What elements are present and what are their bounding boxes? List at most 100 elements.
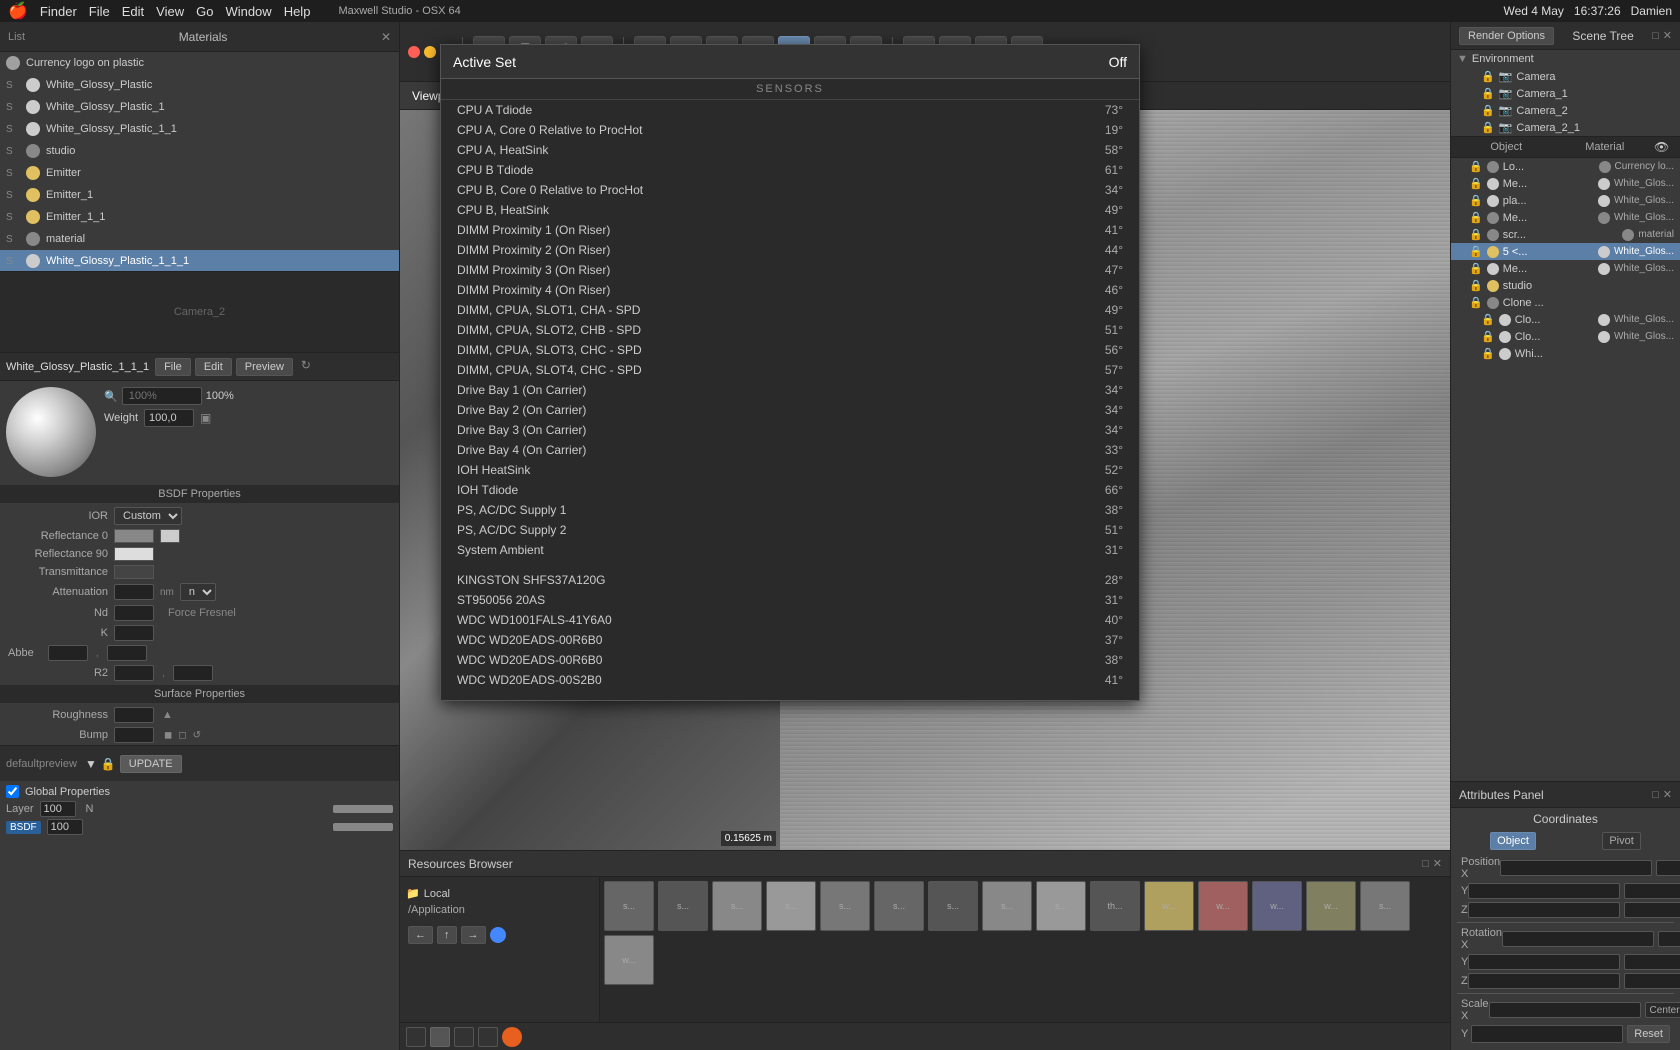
- dropdown-item[interactable]: CPU B Tdiode 61°: [441, 160, 1139, 180]
- tree-item-camera21[interactable]: 🔒 📷 Camera_2_1: [1451, 119, 1680, 136]
- tree-item-scr[interactable]: 🔒 scr... material: [1451, 226, 1680, 243]
- thumb-item[interactable]: s...: [1036, 881, 1086, 931]
- thumb-item[interactable]: s...: [820, 881, 870, 931]
- tree-item-pla[interactable]: 🔒 pla... White_Glos...: [1451, 192, 1680, 209]
- resources-expand-icon[interactable]: □: [1422, 858, 1429, 870]
- menu-help[interactable]: Help: [284, 4, 311, 19]
- menu-edit[interactable]: Edit: [122, 4, 144, 19]
- render-options-button[interactable]: Render Options: [1459, 27, 1554, 45]
- dropdown-item[interactable]: DIMM, CPUA, SLOT3, CHC - SPD 56°: [441, 340, 1139, 360]
- menu-file[interactable]: File: [89, 4, 110, 19]
- apple-menu[interactable]: 🍎: [8, 1, 28, 21]
- material-item[interactable]: S Emitter: [0, 162, 399, 184]
- scale-x-object-input[interactable]: 1,000: [1489, 1002, 1641, 1018]
- position-x-pivot-input[interactable]: 0,000: [1656, 860, 1680, 876]
- resource-icon-2[interactable]: [430, 1027, 450, 1047]
- dropdown-item[interactable]: DIMM, CPUA, SLOT4, CHC - SPD 57°: [441, 360, 1139, 380]
- tree-item-lo[interactable]: 🔒 Lo... Currency lo...: [1451, 158, 1680, 175]
- color-swatch-small-icon[interactable]: ▣: [200, 411, 211, 425]
- rotation-x-object-input[interactable]: 0,000: [1502, 931, 1654, 947]
- file-button[interactable]: File: [155, 358, 191, 376]
- tree-item-clone[interactable]: 🔒 Clone ...: [1451, 294, 1680, 311]
- object-pivot-button[interactable]: Object: [1490, 832, 1536, 850]
- reflectance0-color[interactable]: [160, 529, 180, 543]
- dropdown-item[interactable]: DIMM, CPUA, SLOT1, CHA - SPD 49°: [441, 300, 1139, 320]
- position-y-object-input[interactable]: 0,043: [1468, 883, 1620, 899]
- k-input[interactable]: 0,000: [114, 625, 154, 641]
- thumb-item[interactable]: s...: [928, 881, 978, 931]
- bump-input[interactable]: 2,00: [114, 727, 154, 743]
- menu-go[interactable]: Go: [196, 4, 213, 19]
- attributes-expand-icon[interactable]: □: [1652, 789, 1659, 801]
- dropdown-item[interactable]: DIMM Proximity 4 (On Riser) 46°: [441, 280, 1139, 300]
- thumb-item[interactable]: s...: [604, 881, 654, 931]
- thumb-item[interactable]: s...: [766, 881, 816, 931]
- rotation-z-pivot-input[interactable]: 0,000: [1624, 973, 1680, 989]
- resources-close-icon[interactable]: ✕: [1433, 857, 1442, 870]
- edit-button[interactable]: Edit: [195, 358, 232, 376]
- bump-icon3[interactable]: ↺: [193, 730, 201, 741]
- tree-item-studio[interactable]: 🔒 studio: [1451, 277, 1680, 294]
- thumb-item[interactable]: w...: [604, 935, 654, 985]
- position-z-pivot-input[interactable]: 0,043: [1624, 902, 1680, 918]
- dropdown-item[interactable]: Drive Bay 1 (On Carrier) 34°: [441, 380, 1139, 400]
- dropdown-item[interactable]: PS, AC/DC Supply 1 38°: [441, 500, 1139, 520]
- position-z-object-input[interactable]: 0,043: [1468, 902, 1620, 918]
- tree-item-whi[interactable]: 🔒 Whi...: [1451, 345, 1680, 362]
- resource-icon-4[interactable]: [478, 1027, 498, 1047]
- dropdown-item[interactable]: CPU B, HeatSink 49°: [441, 200, 1139, 220]
- rotation-z-object-input[interactable]: 0,000: [1468, 973, 1620, 989]
- rotation-x-pivot-input[interactable]: 0,000: [1658, 931, 1680, 947]
- menu-finder[interactable]: Finder: [40, 4, 77, 19]
- thumb-item[interactable]: w...: [1198, 881, 1248, 931]
- dropdown-item[interactable]: CPU A Tdiode 73°: [441, 100, 1139, 120]
- tree-item-camera[interactable]: 🔒 📷 Camera: [1451, 68, 1680, 85]
- dropdown-item[interactable]: System Ambient 31°: [441, 540, 1139, 560]
- r2-input[interactable]: 45,00: [114, 665, 154, 681]
- dropdown-item[interactable]: IOH Tdiode 66°: [441, 480, 1139, 500]
- reflectance90-swatch[interactable]: [114, 547, 154, 561]
- tree-item-me3[interactable]: 🔒 Me... White_Glos...: [1451, 260, 1680, 277]
- material-item[interactable]: S White_Glossy_Plastic_1: [0, 96, 399, 118]
- update-button[interactable]: UPDATE: [120, 755, 182, 773]
- scene-tree-close-icon[interactable]: ✕: [1663, 29, 1672, 42]
- lock-icon[interactable]: 🔒: [101, 757, 116, 771]
- attributes-close-icon[interactable]: ✕: [1663, 788, 1672, 801]
- tree-item-clo2[interactable]: 🔒 Clo... White_Glos...: [1451, 328, 1680, 345]
- thumb-item[interactable]: s...: [1360, 881, 1410, 931]
- thumb-item[interactable]: th...: [1090, 881, 1140, 931]
- dropdown-list[interactable]: CPU A Tdiode 73° CPU A, Core 0 Relative …: [441, 100, 1139, 700]
- roughness-input[interactable]: 100,00: [114, 707, 154, 723]
- tree-item-clo1[interactable]: 🔒 Clo... White_Glos...: [1451, 311, 1680, 328]
- dropdown-item[interactable]: PS, AC/DC Supply 2 51°: [441, 520, 1139, 540]
- dropdown-item[interactable]: Drive Bay 4 (On Carrier) 33°: [441, 440, 1139, 460]
- menu-window[interactable]: Window: [225, 4, 271, 19]
- thumb-item[interactable]: w...: [1306, 881, 1356, 931]
- position-x-object-input[interactable]: 0,000: [1500, 860, 1652, 876]
- nav-back-button[interactable]: ←: [408, 926, 433, 944]
- dropdown-item[interactable]: ST950056 20AS 31°: [441, 590, 1139, 610]
- reset-button[interactable]: Reset: [1627, 1025, 1670, 1043]
- dropdown-item[interactable]: WDC WD1001FALS-41Y6A0 40°: [441, 610, 1139, 630]
- resource-logo-icon[interactable]: [502, 1027, 522, 1047]
- abbe-input[interactable]: 45,00: [48, 645, 88, 661]
- material-item[interactable]: S Emitter_1: [0, 184, 399, 206]
- layer-input[interactable]: [40, 801, 76, 817]
- dropdown-item[interactable]: WDC WD20EADS-00R6B0 37°: [441, 630, 1139, 650]
- rotation-y-pivot-input[interactable]: 0,000: [1624, 954, 1680, 970]
- dropdown-item[interactable]: WDC WD20EADS-00S2B0 41°: [441, 670, 1139, 690]
- dropdown-item[interactable]: Drive Bay 3 (On Carrier) 34°: [441, 420, 1139, 440]
- scene-tree-expand-icon[interactable]: □: [1652, 30, 1659, 42]
- thumb-item[interactable]: s...: [874, 881, 924, 931]
- dropdown-item[interactable]: DIMM, CPUA, SLOT2, CHB - SPD 51°: [441, 320, 1139, 340]
- scale-y-object-input[interactable]: 1,000: [1471, 1025, 1623, 1043]
- nd-input[interactable]: 3,000: [114, 605, 154, 621]
- rotation-y-object-input[interactable]: 0,000: [1468, 954, 1620, 970]
- thumb-item[interactable]: w...: [1252, 881, 1302, 931]
- eye-icon[interactable]: 👁: [1654, 140, 1674, 154]
- close-window-icon[interactable]: [408, 46, 420, 58]
- tree-item-camera2[interactable]: 🔒 📷 Camera_2: [1451, 102, 1680, 119]
- thumb-item[interactable]: w...: [1144, 881, 1194, 931]
- dropdown-icon[interactable]: ▼: [85, 757, 97, 771]
- resource-icon-3[interactable]: [454, 1027, 474, 1047]
